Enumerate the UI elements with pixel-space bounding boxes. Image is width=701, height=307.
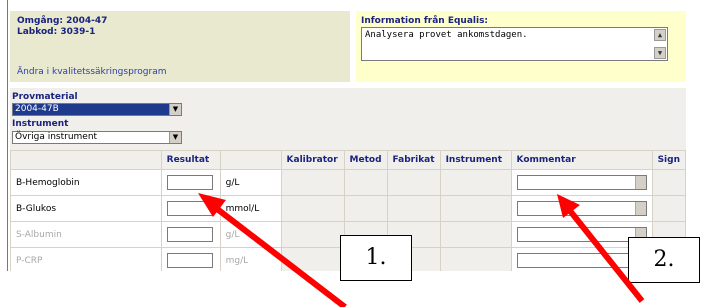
arrow-1 <box>198 193 347 307</box>
arrow-2 <box>557 194 645 303</box>
annotation-arrows <box>198 193 645 307</box>
